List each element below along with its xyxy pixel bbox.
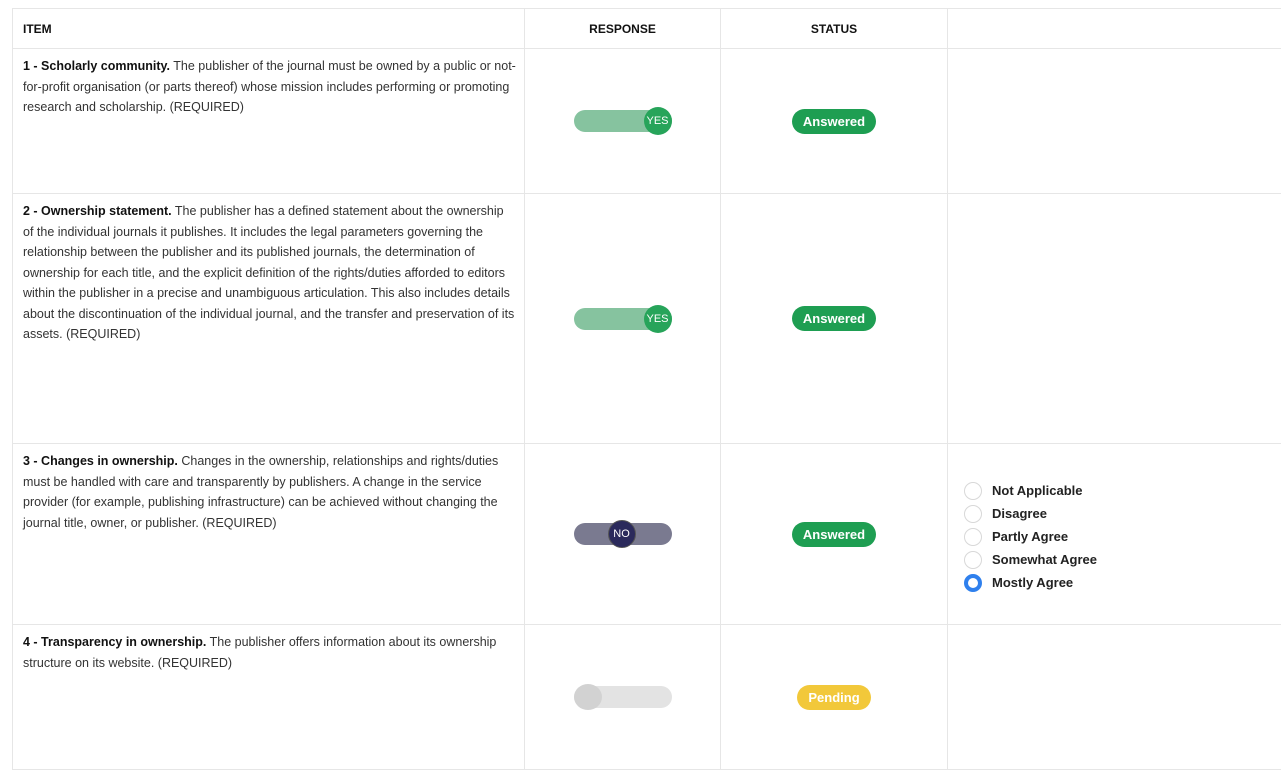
radio-circle-icon[interactable] bbox=[964, 504, 982, 523]
item-text: 4 - Transparency in ownership. The publi… bbox=[13, 625, 524, 673]
header-status: STATUS bbox=[721, 9, 948, 48]
item-title: 4 - Transparency in ownership. bbox=[23, 635, 207, 649]
response-cell: NO bbox=[525, 444, 721, 624]
extra-cell bbox=[948, 49, 1281, 193]
radio-label: Partly Agree bbox=[992, 529, 1069, 544]
response-cell: YES bbox=[525, 49, 721, 193]
radio-label: Somewhat Agree bbox=[992, 552, 1097, 567]
response-toggle[interactable] bbox=[573, 684, 672, 710]
extra-cell bbox=[948, 625, 1281, 769]
radio-option-not-applicable[interactable]: Not Applicable bbox=[964, 479, 1097, 502]
toggle-knob[interactable] bbox=[573, 684, 602, 710]
radio-circle-icon[interactable] bbox=[964, 527, 982, 546]
response-cell bbox=[525, 625, 721, 769]
item-text: 2 - Ownership statement. The publisher h… bbox=[13, 194, 524, 345]
response-toggle[interactable]: NO bbox=[573, 520, 672, 548]
header-item: ITEM bbox=[13, 9, 525, 48]
agreement-options-cell: Not Applicable Disagree Partly Agree Som… bbox=[948, 444, 1281, 624]
status-cell: Answered bbox=[721, 444, 948, 624]
item-cell: 2 - Ownership statement. The publisher h… bbox=[13, 194, 525, 443]
status-badge: Answered bbox=[791, 108, 877, 134]
status-cell: Pending bbox=[721, 625, 948, 769]
table-row: 2 - Ownership statement. The publisher h… bbox=[13, 194, 1281, 444]
radio-label: Mostly Agree bbox=[992, 575, 1074, 590]
table-row: 1 - Scholarly community. The publisher o… bbox=[13, 49, 1281, 194]
radio-option-somewhat-agree[interactable]: Somewhat Agree bbox=[964, 548, 1097, 571]
item-cell: 4 - Transparency in ownership. The publi… bbox=[13, 625, 525, 769]
response-toggle[interactable]: YES bbox=[573, 107, 672, 135]
criteria-table: ITEM RESPONSE STATUS 1 - Scholarly commu… bbox=[12, 8, 1281, 770]
radio-selected-icon[interactable] bbox=[964, 573, 982, 592]
item-cell: 3 - Changes in ownership. Changes in the… bbox=[13, 444, 525, 624]
item-title: 2 - Ownership statement. bbox=[23, 204, 172, 218]
item-title: 1 - Scholarly community. bbox=[23, 59, 171, 73]
response-toggle[interactable]: YES bbox=[573, 304, 672, 333]
status-badge: Pending bbox=[797, 684, 871, 710]
radio-label: Disagree bbox=[992, 506, 1047, 521]
extra-cell bbox=[948, 194, 1281, 443]
radio-option-partly-agree[interactable]: Partly Agree bbox=[964, 525, 1097, 548]
radio-circle-icon[interactable] bbox=[964, 481, 982, 500]
header-response: RESPONSE bbox=[525, 9, 721, 48]
toggle-knob[interactable]: YES bbox=[643, 304, 672, 333]
radio-circle-icon[interactable] bbox=[964, 550, 982, 569]
toggle-knob[interactable]: YES bbox=[643, 107, 672, 135]
agreement-radio-group: Not Applicable Disagree Partly Agree Som… bbox=[964, 479, 1097, 594]
item-title: 3 - Changes in ownership. bbox=[23, 454, 178, 468]
status-badge: Answered bbox=[791, 521, 877, 547]
table-row: 4 - Transparency in ownership. The publi… bbox=[13, 625, 1281, 770]
item-text: 3 - Changes in ownership. Changes in the… bbox=[13, 444, 524, 533]
radio-option-mostly-agree[interactable]: Mostly Agree bbox=[964, 571, 1097, 594]
item-description: The publisher has a defined statement ab… bbox=[23, 204, 515, 341]
item-text: 1 - Scholarly community. The publisher o… bbox=[13, 49, 524, 118]
status-cell: Answered bbox=[721, 49, 948, 193]
toggle-knob[interactable]: NO bbox=[607, 520, 636, 548]
header-extra bbox=[948, 9, 1281, 48]
item-cell: 1 - Scholarly community. The publisher o… bbox=[13, 49, 525, 193]
radio-option-disagree[interactable]: Disagree bbox=[964, 502, 1097, 525]
table-header: ITEM RESPONSE STATUS bbox=[13, 9, 1281, 49]
radio-label: Not Applicable bbox=[992, 483, 1083, 498]
response-cell: YES bbox=[525, 194, 721, 443]
table-row: 3 - Changes in ownership. Changes in the… bbox=[13, 444, 1281, 625]
status-cell: Answered bbox=[721, 194, 948, 443]
status-badge: Answered bbox=[791, 306, 877, 331]
